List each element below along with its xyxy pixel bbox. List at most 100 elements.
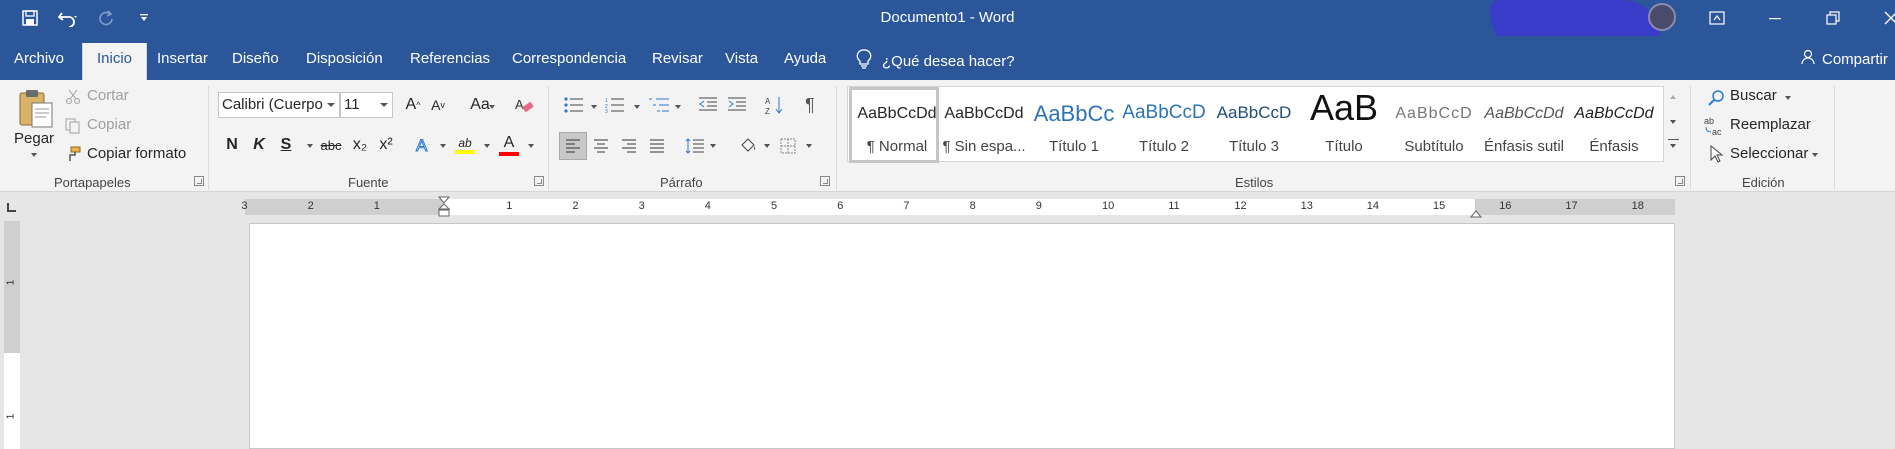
tab-referencias[interactable]: Referencias: [396, 43, 504, 80]
paste-dropdown-icon[interactable]: [31, 153, 37, 157]
decrease-indent-icon[interactable]: [696, 92, 720, 118]
numbering-icon[interactable]: 123: [603, 92, 627, 118]
font-color-button[interactable]: A: [497, 130, 521, 160]
line-spacing-dropdown-icon[interactable]: [710, 144, 716, 148]
style-subtle-emphasis[interactable]: AaBbCcDd Énfasis sutil: [1479, 87, 1569, 163]
paragraph-launcher-icon[interactable]: [820, 176, 830, 186]
style-emphasis[interactable]: AaBbCcDd Énfasis: [1569, 87, 1659, 163]
bullets-dropdown-icon[interactable]: [591, 105, 597, 109]
horizontal-ruler[interactable]: 3 2 1 1 2 3 4 5 6 7 8 9 10 11 12 13 14 15 16 17 18: [241, 196, 1675, 218]
ruler-number: 11: [1168, 200, 1180, 212]
italic-label: K: [253, 136, 265, 153]
style-title[interactable]: AaB Título: [1299, 87, 1389, 163]
format-painter-button[interactable]: Copiar formato: [87, 145, 186, 162]
subscript-label: x₂: [352, 136, 368, 153]
text-effects-dropdown-icon[interactable]: [440, 144, 446, 148]
style-name: Título: [1325, 138, 1363, 155]
right-indent-marker-icon[interactable]: [1469, 205, 1483, 221]
clipboard-launcher-icon[interactable]: [194, 176, 204, 186]
paste-button[interactable]: Pegar: [14, 130, 54, 147]
highlight-button[interactable]: ab: [453, 130, 477, 160]
minimize-icon[interactable]: [1746, 0, 1804, 36]
multilevel-list-icon[interactable]: [646, 92, 672, 118]
borders-icon[interactable]: [776, 132, 800, 160]
shrink-font-button[interactable]: Av: [427, 92, 449, 118]
tab-vista[interactable]: Vista: [711, 43, 772, 80]
vertical-ruler[interactable]: 1 1: [4, 221, 20, 449]
tab-insertar[interactable]: Insertar: [143, 43, 222, 80]
style-normal[interactable]: AaBbCcDd ¶ Normal: [849, 87, 939, 163]
font-color-dropdown-icon[interactable]: [528, 144, 534, 148]
increase-indent-icon[interactable]: [725, 92, 749, 118]
more-styles-icon[interactable]: [1670, 144, 1676, 148]
align-right-icon[interactable]: [617, 132, 641, 160]
style-heading-3[interactable]: AaBbCcD Título 3: [1209, 87, 1299, 163]
styles-launcher-icon[interactable]: [1675, 176, 1685, 186]
ruler-number: 10: [1102, 200, 1115, 212]
document-page[interactable]: [249, 223, 1675, 449]
paste-icon[interactable]: [14, 86, 56, 130]
sort-icon[interactable]: AZ: [763, 92, 787, 118]
tab-correspondencia[interactable]: Correspondencia: [498, 43, 640, 80]
align-left-icon[interactable]: [559, 132, 587, 160]
underline-dropdown-icon[interactable]: [307, 144, 313, 148]
copy-button[interactable]: Copiar: [87, 116, 131, 133]
shading-dropdown-icon[interactable]: [764, 144, 770, 148]
ruler-number: 1: [373, 200, 380, 212]
font-name-dropdown[interactable]: Calibri (Cuerpo: [218, 92, 340, 118]
line-spacing-icon[interactable]: [682, 132, 708, 160]
style-sample: AaBbCcDd: [1484, 105, 1564, 122]
style-subtitle[interactable]: AaBbCcD Subtítulo: [1389, 87, 1479, 163]
bold-button[interactable]: N: [222, 132, 242, 158]
avatar[interactable]: [1648, 3, 1676, 31]
find-button[interactable]: Buscar: [1730, 87, 1777, 104]
ribbon-display-icon[interactable]: [1688, 0, 1746, 36]
show-formatting-marks-button[interactable]: ¶: [799, 92, 821, 118]
bullets-icon[interactable]: [562, 92, 586, 118]
style-heading-1[interactable]: AaBbCc Título 1: [1029, 87, 1119, 163]
superscript-button[interactable]: x²: [375, 132, 397, 158]
select-button[interactable]: Seleccionar: [1730, 145, 1808, 162]
text-effects-icon[interactable]: A: [412, 132, 436, 158]
align-center-icon[interactable]: [589, 132, 613, 160]
more-styles-line: [1668, 139, 1679, 140]
replace-button[interactable]: Reemplazar: [1730, 116, 1811, 133]
select-dropdown-icon[interactable]: [1812, 153, 1818, 157]
chevron-up-icon[interactable]: [1670, 95, 1676, 99]
tell-me-box[interactable]: ¿Qué desea hacer?: [856, 49, 1015, 73]
highlight-dropdown-icon[interactable]: [484, 144, 490, 148]
tab-diseno[interactable]: Diseño: [218, 43, 293, 80]
italic-button[interactable]: K: [249, 132, 269, 158]
font-launcher-icon[interactable]: [534, 176, 544, 186]
tab-archivo[interactable]: Archivo: [0, 43, 78, 80]
group-label-clipboard: Portapapeles: [54, 175, 131, 190]
grow-font-button[interactable]: A ^: [402, 92, 424, 118]
numbering-dropdown-icon[interactable]: [634, 105, 640, 109]
svg-text:A: A: [416, 136, 428, 155]
multilevel-dropdown-icon[interactable]: [675, 105, 681, 109]
tab-ayuda[interactable]: Ayuda: [770, 43, 840, 80]
underline-button[interactable]: S: [276, 132, 296, 158]
restore-icon[interactable]: [1804, 0, 1862, 36]
find-dropdown-icon[interactable]: [1785, 96, 1791, 100]
indent-marker-icon[interactable]: [437, 196, 451, 221]
borders-dropdown-icon[interactable]: [806, 144, 812, 148]
strikethrough-button[interactable]: abc: [317, 132, 345, 158]
style-no-spacing[interactable]: AaBbCcDd ¶ Sin espa...: [939, 87, 1029, 163]
style-heading-2[interactable]: AaBbCcD Título 2: [1119, 87, 1209, 163]
share-button[interactable]: Compartir: [1800, 49, 1888, 69]
share-label: Compartir: [1822, 50, 1888, 68]
tab-inicio[interactable]: Inicio: [82, 43, 148, 80]
justify-icon[interactable]: [645, 132, 669, 160]
clear-formatting-icon[interactable]: A: [512, 92, 536, 118]
subscript-button[interactable]: x₂: [349, 132, 371, 158]
tab-selector-icon[interactable]: [4, 201, 18, 215]
tab-disposicion[interactable]: Disposición: [292, 43, 397, 80]
font-size-dropdown[interactable]: 11: [340, 92, 393, 118]
tab-revisar[interactable]: Revisar: [638, 43, 717, 80]
close-icon[interactable]: [1862, 0, 1895, 36]
change-case-dropdown-icon[interactable]: [489, 105, 495, 109]
shading-icon[interactable]: [735, 132, 761, 160]
chevron-down-icon[interactable]: [1670, 120, 1676, 124]
cut-button[interactable]: Cortar: [87, 87, 129, 104]
